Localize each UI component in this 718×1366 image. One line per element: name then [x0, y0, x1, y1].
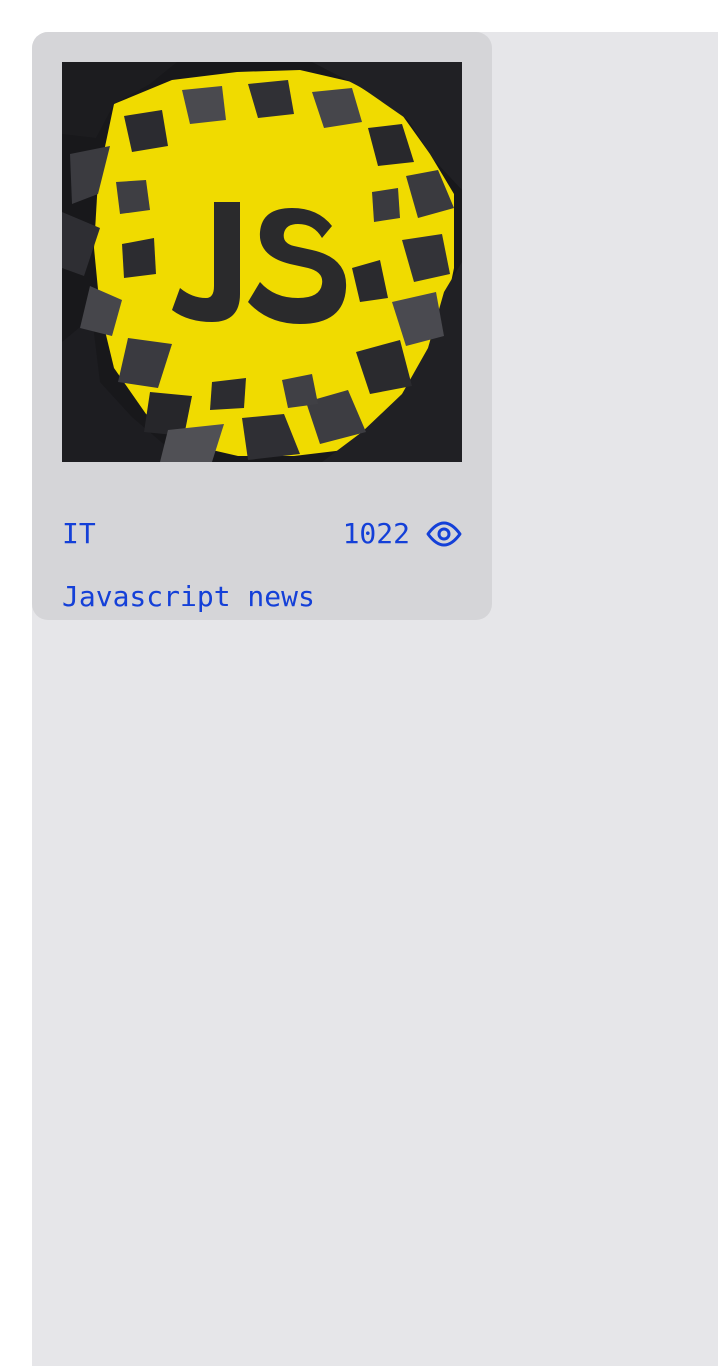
view-count: 1022 [342, 517, 410, 550]
news-card[interactable]: IT 1022 Javascript news [32, 32, 492, 620]
js-logo-image [62, 62, 462, 462]
category-label: IT [62, 517, 96, 550]
view-counter: 1022 [343, 516, 462, 552]
news-card-meta: IT 1022 [62, 516, 462, 552]
news-card-title[interactable]: Javascript news [62, 579, 315, 615]
news-card-image [62, 62, 462, 462]
eye-icon [426, 521, 462, 547]
